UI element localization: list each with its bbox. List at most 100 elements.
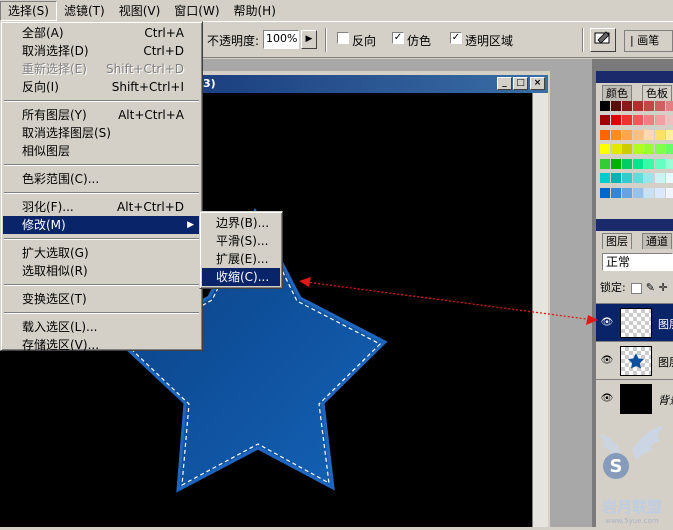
color-swatch[interactable] [622,129,632,140]
color-swatch[interactable] [600,173,610,184]
tab-layers[interactable]: 图层 [602,233,632,249]
color-swatch[interactable] [666,187,673,198]
color-swatch[interactable] [644,101,654,111]
eye-icon[interactable]: 👁 [599,392,615,406]
submenu-item-contract[interactable]: 收缩(C)... [202,268,280,286]
menu-help[interactable]: 帮助(H) [227,1,283,21]
lock-transparency-icon[interactable] [631,282,643,294]
color-swatch[interactable] [600,129,610,140]
eye-icon[interactable]: 👁 [599,316,615,330]
color-swatch[interactable] [666,158,673,169]
menu-filter[interactable]: 滤镜(T) [57,1,112,21]
palette-tab-brushes[interactable]: 画笔 [637,34,659,47]
menu-window[interactable]: 窗口(W) [167,1,226,21]
layer-row[interactable]: 👁 图层 [596,341,673,379]
close-button[interactable]: × [530,77,545,90]
tab-swatches[interactable]: 色板 [642,85,672,101]
color-swatch[interactable] [644,173,654,184]
submenu-item-border[interactable]: 边界(B)... [202,214,280,232]
menu-item-load-selection[interactable]: 载入选区(L)... [3,318,200,336]
submenu-item-smooth[interactable]: 平滑(S)... [202,232,280,250]
lock-move-icon[interactable]: ✛ [658,281,667,294]
swatch-grid[interactable] [600,101,673,201]
color-swatch[interactable] [644,187,654,198]
color-swatch[interactable] [600,115,610,126]
color-swatch[interactable] [644,144,654,155]
opacity-arrow-button[interactable]: ▶ [301,30,317,49]
tool-preset-button[interactable] [590,28,616,52]
reverse-checkbox[interactable] [337,32,349,44]
dither-checkbox[interactable]: ✓ [392,32,404,44]
color-swatch[interactable] [633,158,643,169]
color-swatch[interactable] [655,101,665,111]
tab-channels[interactable]: 通道 [642,233,672,249]
color-swatch[interactable] [655,187,665,198]
color-swatch[interactable] [611,158,621,169]
color-swatch[interactable] [666,129,673,140]
menu-item-deselect-layers[interactable]: 取消选择图层(S) [3,124,200,142]
color-swatch[interactable] [622,173,632,184]
menu-item-grow[interactable]: 扩大选取(G) [3,244,200,262]
menu-item-transform-selection[interactable]: 变换选区(T) [3,290,200,308]
vertical-scrollbar[interactable] [532,93,548,527]
color-swatch[interactable] [644,115,654,126]
panel-titlebar[interactable] [596,219,673,231]
palette-well[interactable]: | 画笔 [624,30,673,52]
menu-item-color-range[interactable]: 色彩范围(C)... [3,170,200,188]
lock-brush-icon[interactable]: ✎ [646,281,655,294]
opacity-input[interactable]: 100% [263,30,299,49]
color-swatch[interactable] [622,144,632,155]
color-swatch[interactable] [633,101,643,111]
maximize-button[interactable]: □ [513,77,528,90]
color-swatch[interactable] [633,115,643,126]
panel-titlebar[interactable] [596,71,673,83]
menu-item-deselect[interactable]: 取消选择(D) Ctrl+D [3,42,200,60]
color-swatch[interactable] [600,187,610,198]
transparency-checkbox[interactable]: ✓ [450,32,462,44]
color-swatch[interactable] [611,129,621,140]
menu-item-all-layers[interactable]: 所有图层(Y) Alt+Ctrl+A [3,106,200,124]
color-swatch[interactable] [655,129,665,140]
color-swatch[interactable] [655,144,665,155]
menu-item-save-selection[interactable]: 存储选区(V)... [3,336,200,354]
menu-item-similar[interactable]: 选取相似(R) [3,262,200,280]
color-swatch[interactable] [655,173,665,184]
color-swatch[interactable] [644,129,654,140]
color-swatch[interactable] [666,101,673,111]
menu-view[interactable]: 视图(V) [112,1,168,21]
menu-item-similar-layers[interactable]: 相似图层 [3,142,200,160]
color-swatch[interactable] [633,187,643,198]
color-swatch[interactable] [611,144,621,155]
blend-mode-select[interactable]: 正常 [602,253,673,271]
color-swatch[interactable] [633,173,643,184]
color-swatch[interactable] [622,115,632,126]
color-swatch[interactable] [655,158,665,169]
color-swatch[interactable] [600,101,610,111]
eye-icon[interactable]: 👁 [599,354,615,368]
menu-item-inverse[interactable]: 反向(I) Shift+Ctrl+I [3,78,200,96]
color-swatch[interactable] [666,144,673,155]
color-swatch[interactable] [611,187,621,198]
color-swatch[interactable] [666,173,673,184]
color-swatch[interactable] [644,158,654,169]
color-swatch[interactable] [600,158,610,169]
minimize-button[interactable]: _ [497,77,512,90]
menu-item-modify[interactable]: 修改(M) ▶ [3,216,200,234]
tab-color[interactable]: 颜色 [602,85,632,101]
menu-item-feather[interactable]: 羽化(F)... Alt+Ctrl+D [3,198,200,216]
color-swatch[interactable] [611,115,621,126]
menu-item-select-all[interactable]: 全部(A) Ctrl+A [3,24,200,42]
menu-select[interactable]: 选择(S) [0,0,57,21]
color-swatch[interactable] [622,158,632,169]
color-swatch[interactable] [611,173,621,184]
submenu-item-expand[interactable]: 扩展(E)... [202,250,280,268]
color-swatch[interactable] [633,129,643,140]
color-swatch[interactable] [633,144,643,155]
color-swatch[interactable] [622,187,632,198]
layer-row[interactable]: 👁 图层 [596,303,673,341]
color-swatch[interactable] [655,115,665,126]
color-swatch[interactable] [611,101,621,111]
color-swatch[interactable] [622,101,632,111]
color-swatch[interactable] [600,144,610,155]
layer-row[interactable]: 👁 背景 [596,379,673,417]
